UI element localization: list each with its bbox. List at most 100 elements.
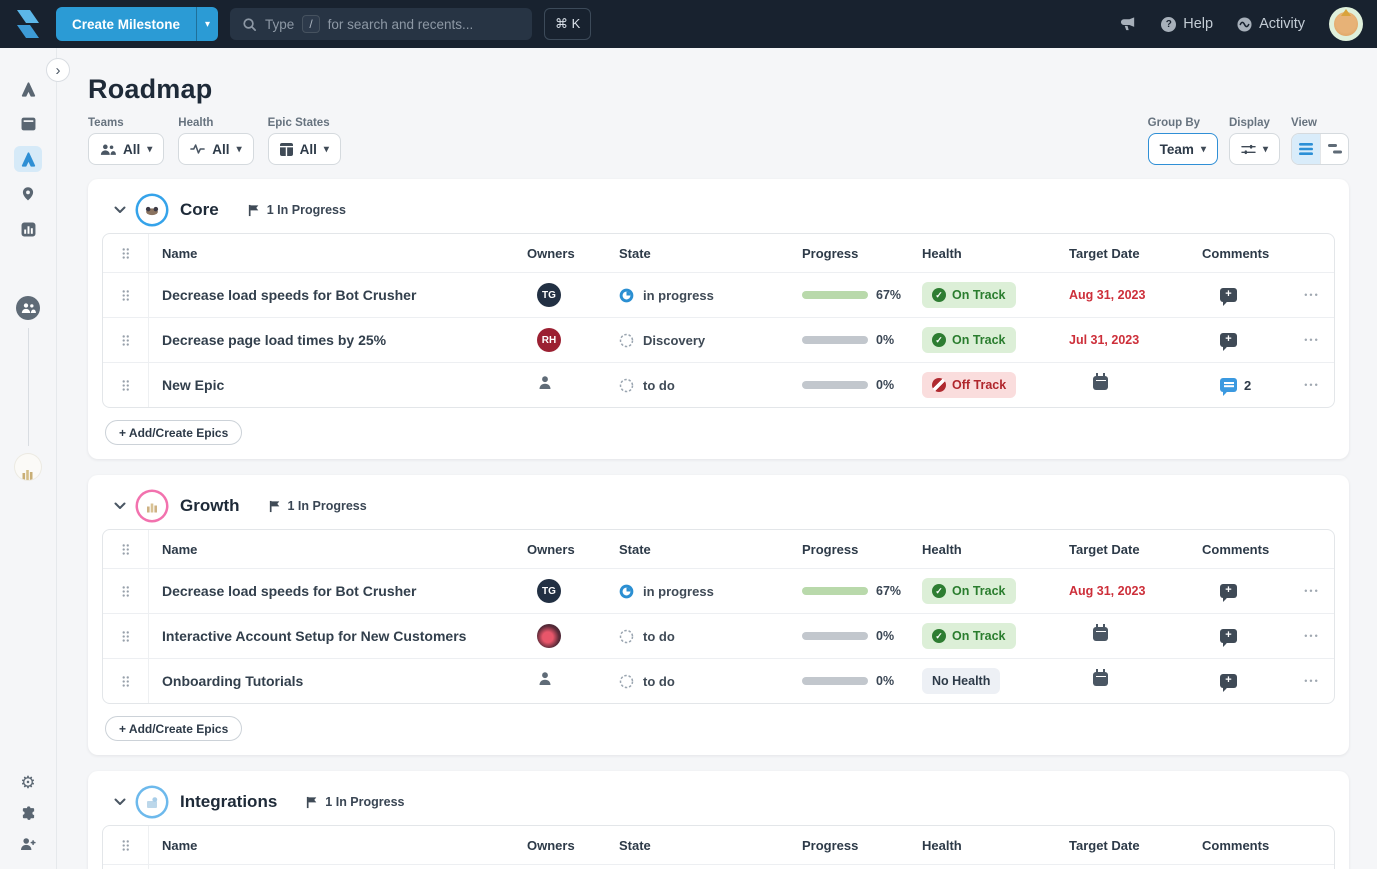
sidebar-item-reports[interactable] (14, 216, 42, 242)
drag-handle[interactable] (103, 865, 149, 869)
list-view-toggle[interactable] (1292, 134, 1320, 164)
collapse-team-button[interactable] (112, 796, 128, 808)
sidebar-item-home[interactable] (14, 76, 42, 102)
user-avatar[interactable] (1329, 7, 1363, 41)
target-date[interactable]: Jul 31, 2023 (1069, 333, 1202, 347)
owner-avatar-photo (537, 624, 561, 648)
state-cell[interactable]: in progress (619, 288, 802, 303)
comments-cell[interactable]: 2 (1202, 378, 1290, 396)
help-menu[interactable]: ? Help (1161, 16, 1213, 32)
health-cell[interactable]: ✓ On Track (922, 623, 1069, 649)
sidebar-collapse-button[interactable]: › (46, 58, 70, 82)
person-add-icon (21, 838, 36, 850)
chevron-down-icon (114, 502, 126, 509)
health-cell[interactable]: ✓ On Track (922, 282, 1069, 308)
row-menu-button[interactable]: ••• (1290, 631, 1334, 641)
owner-cell[interactable]: TG (527, 283, 619, 307)
add-create-epics-button[interactable]: + Add/Create Epics (105, 716, 243, 741)
table-row[interactable]: Onboarding Tutorials to do 0% No Health … (103, 658, 1334, 703)
health-cell[interactable]: ✓ On Track (922, 578, 1069, 604)
epic-name[interactable]: Interactive Account Setup for New Custom… (149, 628, 527, 644)
row-menu-button[interactable]: ••• (1290, 290, 1334, 300)
drag-handle[interactable] (103, 569, 149, 613)
health-cell[interactable]: ✓ On Track (922, 327, 1069, 353)
check-circle-icon: ✓ (932, 584, 946, 598)
collapse-team-button[interactable] (112, 500, 128, 512)
table-row[interactable]: Decrease page load times by 25% RH Disco… (103, 317, 1334, 362)
team-section-growth: Growth 1 In Progress Name Owners State P… (88, 475, 1349, 755)
row-menu-button[interactable]: ••• (1290, 335, 1334, 345)
teams-filter-button[interactable]: All ▾ (88, 133, 165, 165)
help-label: Help (1183, 16, 1214, 32)
comments-cell[interactable]: + (1202, 584, 1290, 602)
sidebar-item-extensions[interactable] (14, 800, 42, 826)
drag-handle[interactable] (103, 318, 149, 362)
health-cell[interactable]: Off Track (922, 372, 1069, 398)
drag-handle[interactable] (103, 659, 149, 703)
state-cell[interactable]: Discovery (619, 333, 802, 348)
table-row[interactable]: New Epic to do 0% Off Track 2 ••• (103, 362, 1334, 407)
health-filter-button[interactable]: All ▾ (178, 133, 254, 165)
state-cell[interactable]: to do (619, 674, 802, 689)
row-menu-button[interactable]: ••• (1290, 380, 1334, 390)
epic-name[interactable]: Decrease load speeds for Bot Crusher (149, 583, 527, 599)
collapse-team-button[interactable] (112, 204, 128, 216)
comments-cell[interactable]: + (1202, 629, 1290, 647)
progress-cell: 0% (802, 333, 922, 347)
owner-cell[interactable]: TG (527, 579, 619, 603)
command-k-shortcut-button[interactable]: ⌘ K (544, 8, 592, 40)
workspace-avatar-secondary[interactable] (15, 454, 41, 480)
target-date-cell[interactable] (1069, 669, 1202, 691)
sidebar-item-invite[interactable] (14, 831, 42, 857)
add-create-epics-button[interactable]: + Add/Create Epics (105, 420, 243, 445)
target-date-cell[interactable] (1069, 624, 1202, 646)
timeline-view-toggle[interactable] (1320, 134, 1348, 164)
create-milestone-button[interactable]: Create Milestone (56, 7, 197, 41)
sidebar-item-roadmap-active[interactable] (14, 146, 42, 172)
owner-cell[interactable] (527, 624, 619, 648)
table-row[interactable]: Decrease load speeds for Bot Crusher TG … (103, 272, 1334, 317)
display-options-button[interactable]: ▾ (1228, 133, 1280, 165)
comments-cell[interactable]: + (1202, 333, 1290, 351)
calendar-icon (1093, 624, 1108, 641)
owner-cell[interactable] (527, 671, 619, 691)
epic-name[interactable]: New Epic (149, 377, 527, 393)
drag-handle[interactable] (103, 826, 149, 864)
owner-cell[interactable]: RH (527, 328, 619, 352)
zenhub-logo[interactable] (0, 0, 56, 48)
epic-name[interactable]: Onboarding Tutorials (149, 673, 527, 689)
table-row[interactable]: Decrease load speeds for Bot Crusher TG … (103, 568, 1334, 613)
activity-menu[interactable]: Activity (1237, 16, 1305, 32)
drag-handle[interactable] (103, 234, 149, 272)
drag-handle[interactable] (103, 273, 149, 317)
drag-handle[interactable] (103, 614, 149, 658)
workspace-avatar-current[interactable] (16, 296, 40, 320)
group-by-select[interactable]: Team ▾ (1147, 133, 1218, 165)
state-cell[interactable]: in progress (619, 584, 802, 599)
table-row[interactable]: Quickstart FE/BE Integration Discovery 0… (103, 864, 1334, 869)
health-cell[interactable]: No Health (922, 668, 1069, 694)
sidebar-item-milestones[interactable] (14, 181, 42, 207)
owner-cell[interactable] (527, 375, 619, 395)
target-date[interactable]: Aug 31, 2023 (1069, 288, 1202, 302)
sidebar-item-docs[interactable] (14, 111, 42, 137)
epic-name[interactable]: Decrease page load times by 25% (149, 332, 527, 348)
comments-cell[interactable]: + (1202, 288, 1290, 306)
sidebar-item-settings[interactable]: ⚙ (14, 769, 42, 795)
row-menu-button[interactable]: ••• (1290, 676, 1334, 686)
table-row[interactable]: Interactive Account Setup for New Custom… (103, 613, 1334, 658)
target-date-cell[interactable] (1069, 373, 1202, 395)
epic-name[interactable]: Decrease load speeds for Bot Crusher (149, 287, 527, 303)
announcements-button[interactable] (1120, 16, 1137, 32)
drag-handle[interactable] (103, 363, 149, 407)
row-menu-button[interactable]: ••• (1290, 586, 1334, 596)
state-cell[interactable]: to do (619, 378, 802, 393)
search-input[interactable]: Type / for search and recents... (230, 8, 533, 40)
comments-cell[interactable]: + (1202, 674, 1290, 692)
epic-states-filter-button[interactable]: All ▾ (267, 133, 341, 165)
drag-handle[interactable] (103, 530, 149, 568)
state-label: to do (643, 377, 675, 393)
state-cell[interactable]: to do (619, 629, 802, 644)
create-milestone-caret[interactable]: ▾ (196, 7, 219, 41)
target-date[interactable]: Aug 31, 2023 (1069, 584, 1202, 598)
